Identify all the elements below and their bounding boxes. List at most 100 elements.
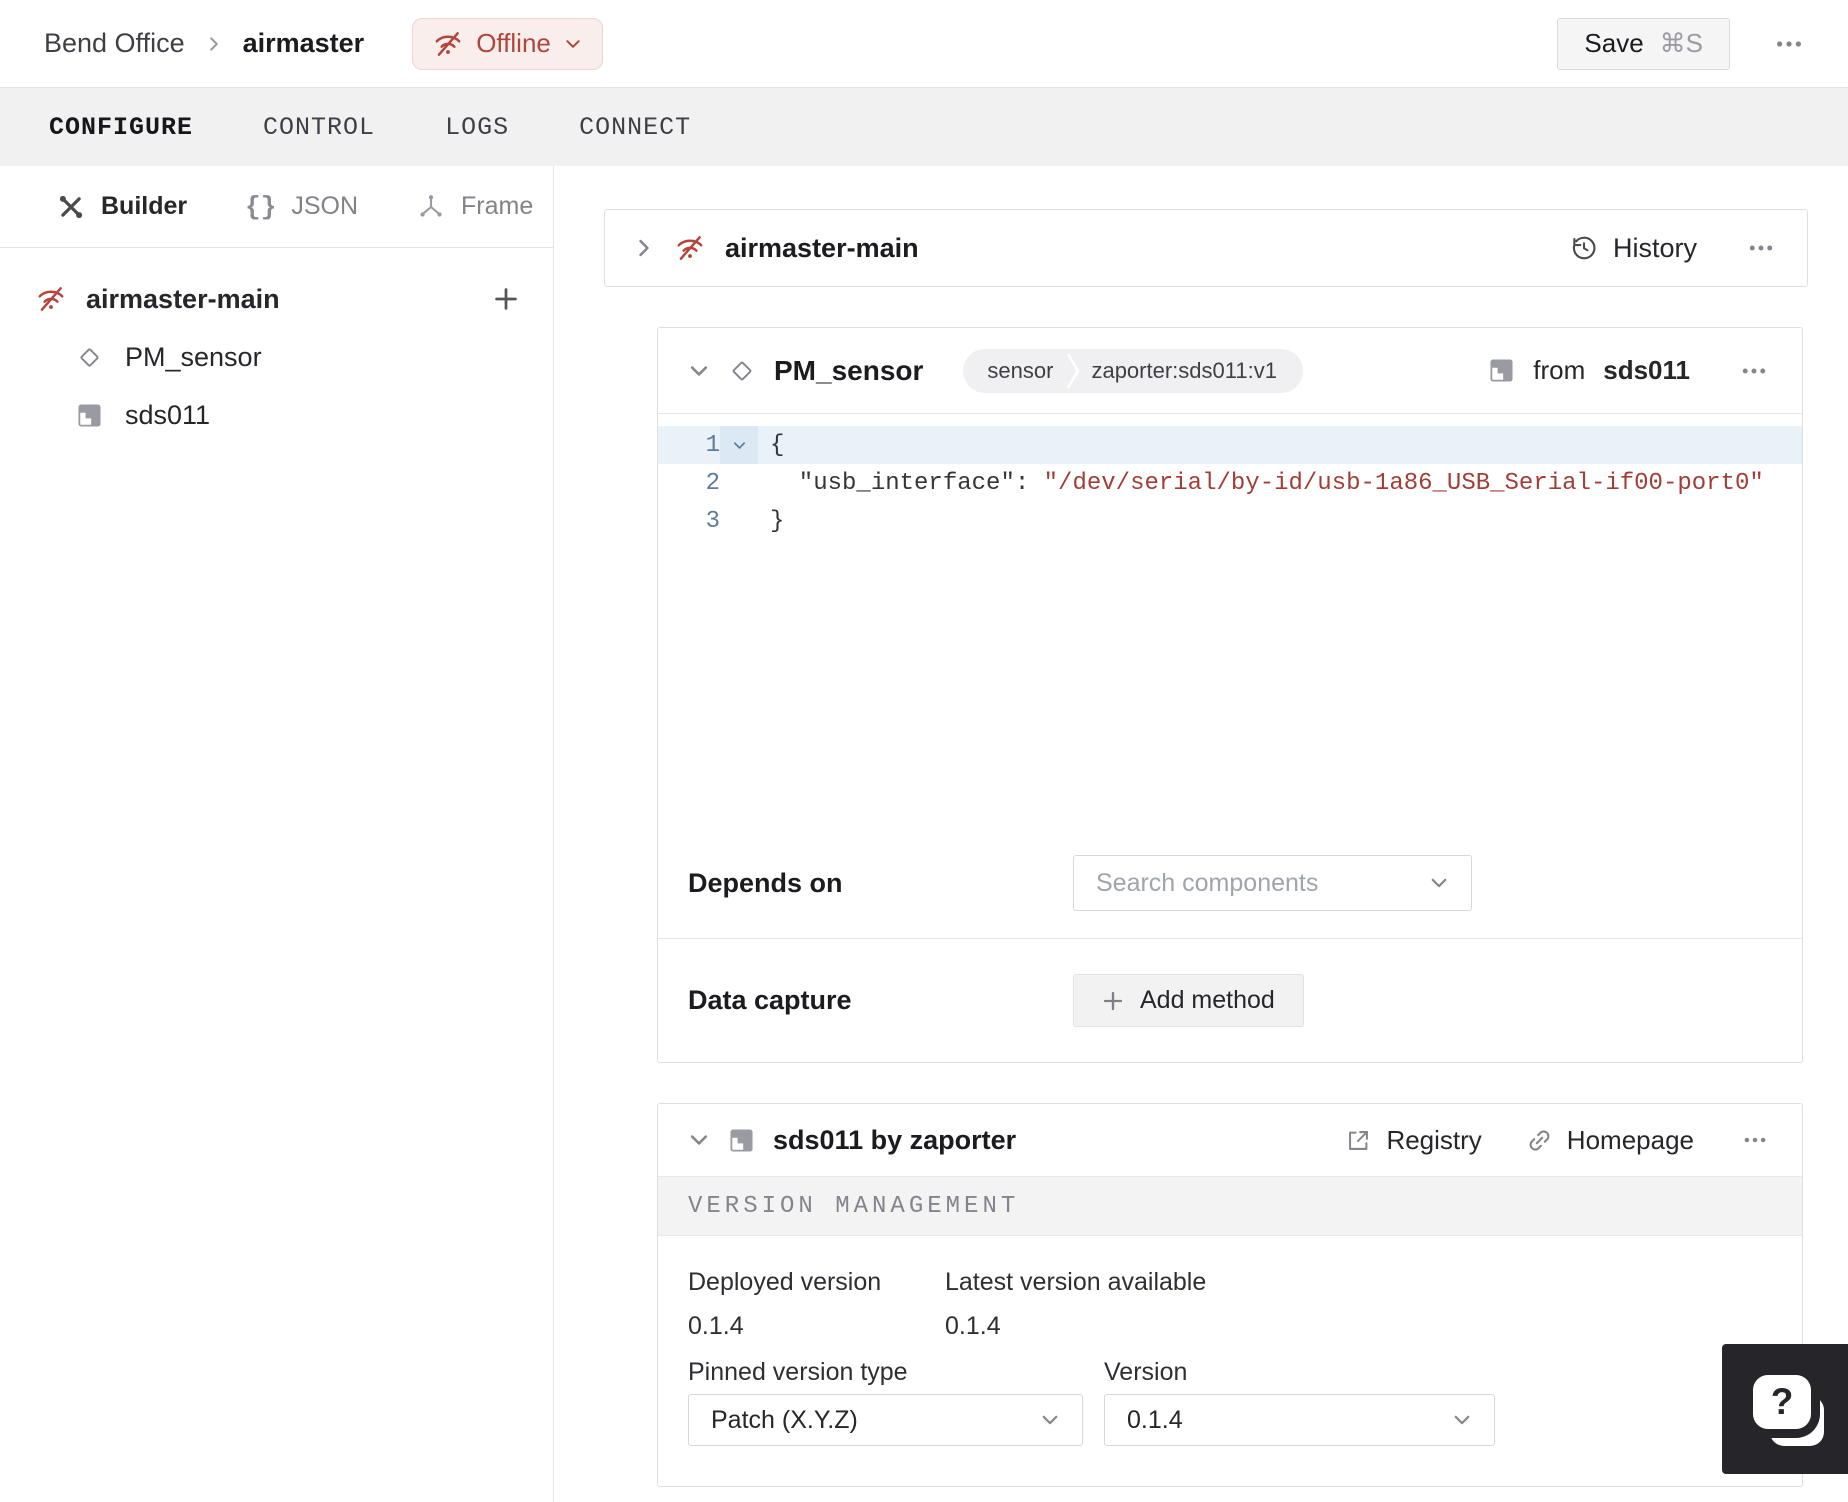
wifi-off-icon — [433, 29, 463, 59]
module-title: sds011 by zaporter — [773, 1124, 1017, 1155]
tree-item-sds011[interactable]: sds011 — [0, 386, 553, 444]
ellipsis-icon — [1774, 29, 1804, 59]
pinned-version-type-label: Pinned version type — [688, 1358, 908, 1386]
machine-status-dropdown[interactable]: Offline — [412, 17, 603, 70]
header-actions: Save ⌘S — [1557, 17, 1808, 70]
from-label: from — [1533, 355, 1586, 385]
add-method-button[interactable]: Add method — [1073, 974, 1304, 1027]
tab-logs[interactable]: LOGS — [443, 107, 511, 148]
code-text: "usb_interface": "/dev/serial/by-id/usb-… — [758, 470, 1764, 497]
header-overflow-menu-button[interactable] — [1770, 25, 1808, 63]
machine-part-menu-button[interactable] — [1743, 230, 1779, 266]
mode-builder[interactable]: Builder — [56, 192, 187, 222]
registry-label: Registry — [1386, 1124, 1482, 1155]
chevron-right-icon — [205, 35, 223, 53]
link-icon — [1526, 1127, 1553, 1154]
pinned-version-type-select[interactable]: Patch (X.Y.Z) — [688, 1394, 1083, 1446]
tab-bar: CONFIGURE CONTROL LOGS CONNECT — [0, 88, 1848, 166]
component-menu-button[interactable] — [1736, 353, 1772, 389]
mode-json[interactable]: {} JSON — [245, 192, 358, 222]
homepage-label: Homepage — [1566, 1124, 1694, 1155]
breadcrumb-location[interactable]: Bend Office — [44, 28, 185, 59]
depends-on-label: Depends on — [688, 867, 843, 898]
frame-icon — [416, 192, 446, 222]
chevron-down-icon — [1040, 1410, 1060, 1430]
line-number: 1 — [705, 431, 720, 459]
chevron-right-icon[interactable] — [633, 237, 655, 259]
tab-configure[interactable]: CONFIGURE — [47, 107, 195, 148]
sidebar: Builder {} JSON Frame airmaster-main PM_… — [0, 166, 554, 1502]
deployed-version-value: 0.1.4 — [688, 1312, 744, 1340]
chevron-down-icon[interactable] — [688, 1129, 710, 1151]
history-button[interactable]: History — [1569, 233, 1697, 264]
module-icon — [1488, 357, 1515, 384]
app-root: Bend Office airmaster Offline Save ⌘S CO… — [0, 0, 1848, 1502]
component-card-pm-sensor: PM_sensor sensor zaporter:sds011:v1 from… — [657, 327, 1803, 1063]
badge-model: zaporter:sds011:v1 — [1091, 357, 1277, 383]
data-capture-label: Data capture — [688, 985, 852, 1015]
code-text: { — [770, 431, 785, 459]
save-button[interactable]: Save ⌘S — [1557, 17, 1730, 70]
add-method-label: Add method — [1140, 986, 1275, 1014]
help-question-icon: ? — [1753, 1375, 1811, 1429]
pinned-version-type-value: Patch (X.Y.Z) — [711, 1405, 858, 1434]
content: Builder {} JSON Frame airmaster-main PM_… — [0, 166, 1848, 1502]
diamond-icon — [76, 344, 103, 371]
top-header: Bend Office airmaster Offline Save ⌘S — [0, 0, 1848, 88]
from-module-link[interactable]: sds011 — [1603, 355, 1690, 386]
tree-item-label: airmaster-main — [86, 283, 280, 314]
ellipsis-icon — [1742, 1127, 1768, 1153]
add-component-button[interactable] — [493, 286, 519, 312]
module-card-header: sds011 by zaporter Registry Homepage — [658, 1104, 1802, 1176]
depends-on-placeholder: Search components — [1096, 868, 1319, 897]
depends-on-select[interactable]: Search components — [1073, 855, 1472, 911]
code-key: "usb_interface": — [770, 469, 1044, 497]
ellipsis-icon — [1747, 234, 1775, 262]
help-button[interactable]: ? — [1722, 1344, 1848, 1474]
attributes-code-editor[interactable]: 1 { 2 "usb_interface": "/dev/serial/by-i… — [658, 414, 1802, 828]
chevron-down-icon[interactable] — [688, 360, 710, 382]
component-card-header: PM_sensor sensor zaporter:sds011:v1 from… — [658, 328, 1802, 414]
tab-connect[interactable]: CONNECT — [577, 107, 693, 148]
plus-icon — [1102, 990, 1124, 1012]
history-icon — [1569, 233, 1599, 263]
line-number: 3 — [705, 507, 720, 535]
mode-frame[interactable]: Frame — [416, 192, 533, 222]
history-label: History — [1612, 232, 1697, 263]
chevron-down-icon — [1452, 1410, 1472, 1430]
code-text: } — [770, 507, 785, 535]
version-label: Version — [1104, 1358, 1188, 1386]
module-icon — [76, 402, 103, 429]
badge-separator-icon — [1065, 349, 1081, 393]
fold-chevron-icon — [732, 438, 747, 453]
chevron-down-icon — [1429, 873, 1449, 893]
ellipsis-icon — [1740, 357, 1768, 385]
tree-item-airmaster-main[interactable]: airmaster-main — [0, 270, 553, 328]
version-select[interactable]: 0.1.4 — [1104, 1394, 1495, 1446]
tools-icon — [56, 192, 86, 222]
view-mode-switcher: Builder {} JSON Frame — [0, 166, 553, 248]
code-fold-toggle[interactable] — [720, 426, 758, 464]
config-main: airmaster-main History PM_sensor sensor … — [554, 166, 1848, 1502]
registry-link[interactable]: Registry — [1345, 1124, 1482, 1156]
tab-control[interactable]: CONTROL — [261, 107, 377, 148]
code-line-1: 1 { — [658, 426, 1802, 464]
tree-item-pm-sensor[interactable]: PM_sensor — [0, 328, 553, 386]
breadcrumb-machine: airmaster — [242, 28, 365, 58]
module-header-actions: Registry Homepage — [1345, 1123, 1772, 1157]
plus-icon — [493, 286, 519, 312]
tree-item-label: sds011 — [125, 399, 211, 430]
save-label: Save — [1584, 28, 1644, 58]
diamond-icon — [728, 357, 756, 385]
machine-part-title: airmaster-main — [725, 232, 919, 263]
module-menu-button[interactable] — [1738, 1123, 1772, 1157]
badge-type: sensor — [987, 357, 1054, 383]
component-header-actions: from sds011 — [1488, 353, 1772, 389]
machine-tree: airmaster-main PM_sensor sds011 — [0, 248, 553, 444]
mode-builder-label: Builder — [101, 192, 188, 220]
homepage-link[interactable]: Homepage — [1526, 1125, 1694, 1156]
mode-json-label: JSON — [291, 192, 359, 220]
data-capture-row: Data capture Add method — [658, 938, 1802, 1062]
line-number: 2 — [705, 469, 720, 497]
latest-version-label: Latest version available — [945, 1268, 1207, 1296]
